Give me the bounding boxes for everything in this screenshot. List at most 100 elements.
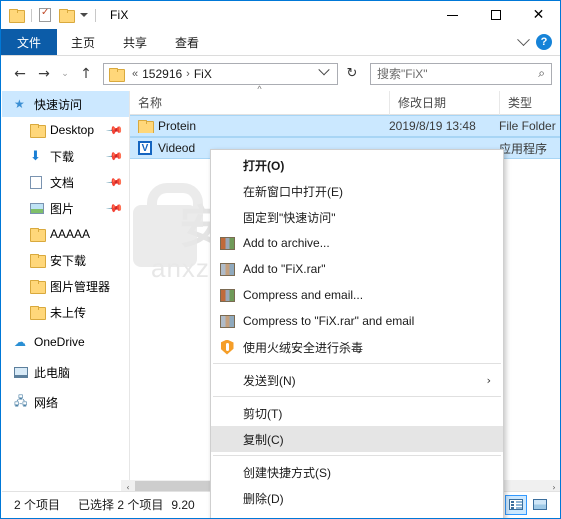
video-app-icon: V: [138, 141, 158, 155]
status-item-count: 2 个项目: [14, 498, 61, 512]
sidebar-item-anxiazai[interactable]: 安下载: [2, 247, 129, 273]
sidebar-item-quick-access[interactable]: ★ 快速访问: [2, 91, 129, 117]
refresh-button[interactable]: ↻: [342, 66, 362, 81]
star-pin-icon: ★: [14, 97, 25, 111]
winrar-icon: [211, 236, 243, 250]
menu-separator: [213, 455, 501, 456]
sidebar-item-pictures[interactable]: 图片 📌: [2, 195, 129, 221]
sidebar-item-label: 下载: [50, 149, 75, 164]
menu-item-label: Compress and email...: [243, 288, 364, 302]
menu-item-huorong-scan[interactable]: 使用火绒安全进行杀毒: [211, 334, 503, 360]
tab-home[interactable]: 主页: [57, 29, 109, 55]
menu-item-label: 删除(D): [243, 491, 284, 506]
menu-item-compress-and-email[interactable]: Compress and email...: [211, 282, 503, 308]
computer-icon: [14, 366, 32, 378]
file-name-cell[interactable]: Protein: [130, 119, 389, 133]
menu-item-label: 发送到(N): [243, 373, 296, 388]
sidebar-item-label: 未上传: [50, 305, 87, 320]
sidebar-item-aaaaa[interactable]: AAAAA: [2, 221, 129, 247]
sidebar-item-picture-manager[interactable]: 图片管理器: [2, 273, 129, 299]
column-header-type[interactable]: 类型: [499, 90, 559, 115]
column-header-name-label: 名称: [138, 96, 163, 110]
sidebar-item-label: 图片管理器: [50, 279, 111, 294]
sidebar-item-network[interactable]: 🖧 网络: [2, 389, 129, 415]
chevron-down-icon[interactable]: [517, 32, 530, 46]
details-view-icon: [509, 499, 523, 510]
menu-item-label: 复制(C): [243, 432, 284, 447]
sidebar-item-not-uploaded[interactable]: 未上传: [2, 299, 129, 325]
recent-locations-button[interactable]: ⌄: [57, 63, 73, 85]
context-menu[interactable]: 打开(O) 在新窗口中打开(E) 固定到"快速访问" Add to archiv…: [210, 149, 504, 519]
sidebar-item-onedrive[interactable]: ☁ OneDrive: [2, 329, 129, 355]
tab-share[interactable]: 共享: [109, 29, 161, 55]
breadcrumb[interactable]: « 152916 › FiX: [103, 62, 338, 85]
menu-item-label: Add to "FiX.rar": [243, 262, 326, 276]
sidebar-item-desktop[interactable]: Desktop 📌: [2, 117, 129, 143]
column-header-name[interactable]: ^ 名称: [130, 84, 389, 115]
file-name-label: Protein: [158, 119, 197, 133]
menu-item-add-to-archive[interactable]: Add to archive...: [211, 230, 503, 256]
menu-item-copy[interactable]: 复制(C): [211, 426, 503, 452]
window-controls: ✕: [431, 1, 560, 29]
properties-icon[interactable]: [39, 7, 51, 22]
sidebar-item-this-pc[interactable]: 此电脑: [2, 359, 129, 385]
new-folder-icon[interactable]: [59, 9, 75, 23]
details-view-button[interactable]: [505, 494, 527, 515]
status-selection: 已选择 2 个项目: [78, 498, 164, 512]
tiles-view-button[interactable]: [529, 495, 551, 515]
menu-item-open-new-window[interactable]: 在新窗口中打开(E): [211, 178, 503, 204]
pin-icon[interactable]: 📌: [106, 199, 125, 218]
file-type-cell: 应用程序: [499, 141, 548, 156]
sidebar-item-downloads[interactable]: ⬇ 下载 📌: [2, 143, 129, 169]
maximize-button[interactable]: [474, 1, 517, 29]
network-icon: 🖧: [14, 393, 28, 408]
tab-file[interactable]: 文件: [1, 29, 58, 55]
menu-item-rename[interactable]: 重命名(M): [211, 511, 503, 519]
help-icon[interactable]: ?: [536, 34, 552, 50]
search-icon[interactable]: ⌕: [538, 66, 545, 81]
table-row[interactable]: Protein 2019/8/19 13:48 File Folder: [130, 115, 560, 137]
sidebar-item-label: 安下载: [50, 253, 87, 268]
title-bar: FiX ✕: [1, 1, 560, 29]
sort-indicator: ^: [257, 83, 262, 94]
menu-item-add-to-fix-rar[interactable]: Add to "FiX.rar": [211, 256, 503, 282]
breadcrumb-item-0[interactable]: 152916: [142, 67, 182, 81]
search-input[interactable]: 搜索"FiX" ⌕: [370, 62, 552, 85]
minimize-button[interactable]: [431, 1, 474, 29]
menu-item-send-to[interactable]: 发送到(N) ›: [211, 367, 503, 393]
column-header-date[interactable]: 修改日期: [389, 90, 499, 115]
navigation-pane[interactable]: ★ 快速访问 Desktop 📌 ⬇ 下载 📌 文档 📌 图片 📌 AAAAA: [2, 91, 130, 482]
up-button[interactable]: ↑: [75, 63, 97, 85]
maximize-icon: [490, 10, 501, 20]
sidebar-item-label: OneDrive: [34, 335, 85, 349]
forward-button[interactable]: →: [33, 63, 55, 85]
tab-view[interactable]: 查看: [161, 29, 213, 55]
pin-icon[interactable]: 📌: [106, 173, 125, 192]
winrar-icon: [211, 288, 243, 302]
menu-item-pin-to-quick-access[interactable]: 固定到"快速访问": [211, 204, 503, 230]
chevron-down-icon[interactable]: [318, 63, 330, 75]
folder-icon: [138, 120, 158, 133]
file-name-label: Videod: [158, 141, 196, 155]
menu-item-open[interactable]: 打开(O): [211, 152, 503, 178]
pin-icon[interactable]: 📌: [106, 147, 125, 166]
back-button[interactable]: ←: [9, 63, 31, 85]
window-title: FiX: [110, 8, 129, 22]
folder-icon: [109, 67, 125, 82]
menu-item-label: Add to archive...: [243, 236, 330, 250]
folder-icon[interactable]: [9, 9, 25, 23]
menu-item-label: 创建快捷方式(S): [243, 465, 331, 480]
breadcrumb-overflow[interactable]: «: [132, 68, 138, 80]
close-button[interactable]: ✕: [517, 1, 560, 29]
menu-item-delete[interactable]: 删除(D): [211, 485, 503, 511]
menu-item-create-shortcut[interactable]: 创建快捷方式(S): [211, 459, 503, 485]
menu-item-label: 打开(O): [243, 158, 285, 173]
breadcrumb-item-1[interactable]: FiX: [194, 67, 212, 81]
caret-down-icon[interactable]: [80, 13, 88, 17]
sidebar-item-label: 文档: [50, 175, 75, 190]
sidebar-item-documents[interactable]: 文档 📌: [2, 169, 129, 195]
menu-item-cut[interactable]: 剪切(T): [211, 400, 503, 426]
menu-item-label: 剪切(T): [243, 406, 283, 421]
pin-icon[interactable]: 📌: [106, 121, 125, 140]
menu-item-compress-to-fix-rar-and-email[interactable]: Compress to "FiX.rar" and email: [211, 308, 503, 334]
